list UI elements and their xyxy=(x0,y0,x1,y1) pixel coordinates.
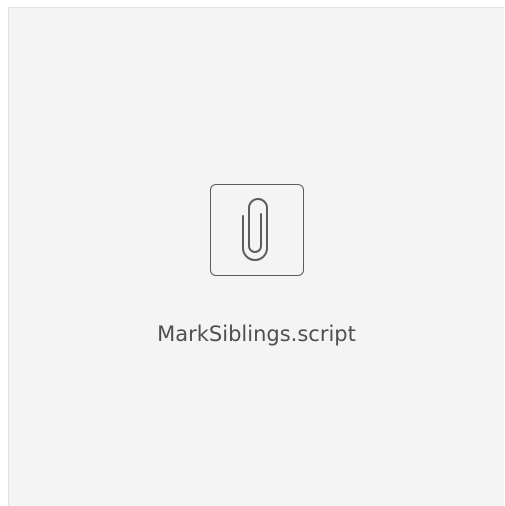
attachment-card[interactable]: MarkSiblings.script xyxy=(8,7,504,506)
paperclip-icon xyxy=(237,198,277,262)
file-name-label[interactable]: MarkSiblings.script xyxy=(9,322,504,346)
attachment-icon-frame[interactable] xyxy=(210,184,304,276)
